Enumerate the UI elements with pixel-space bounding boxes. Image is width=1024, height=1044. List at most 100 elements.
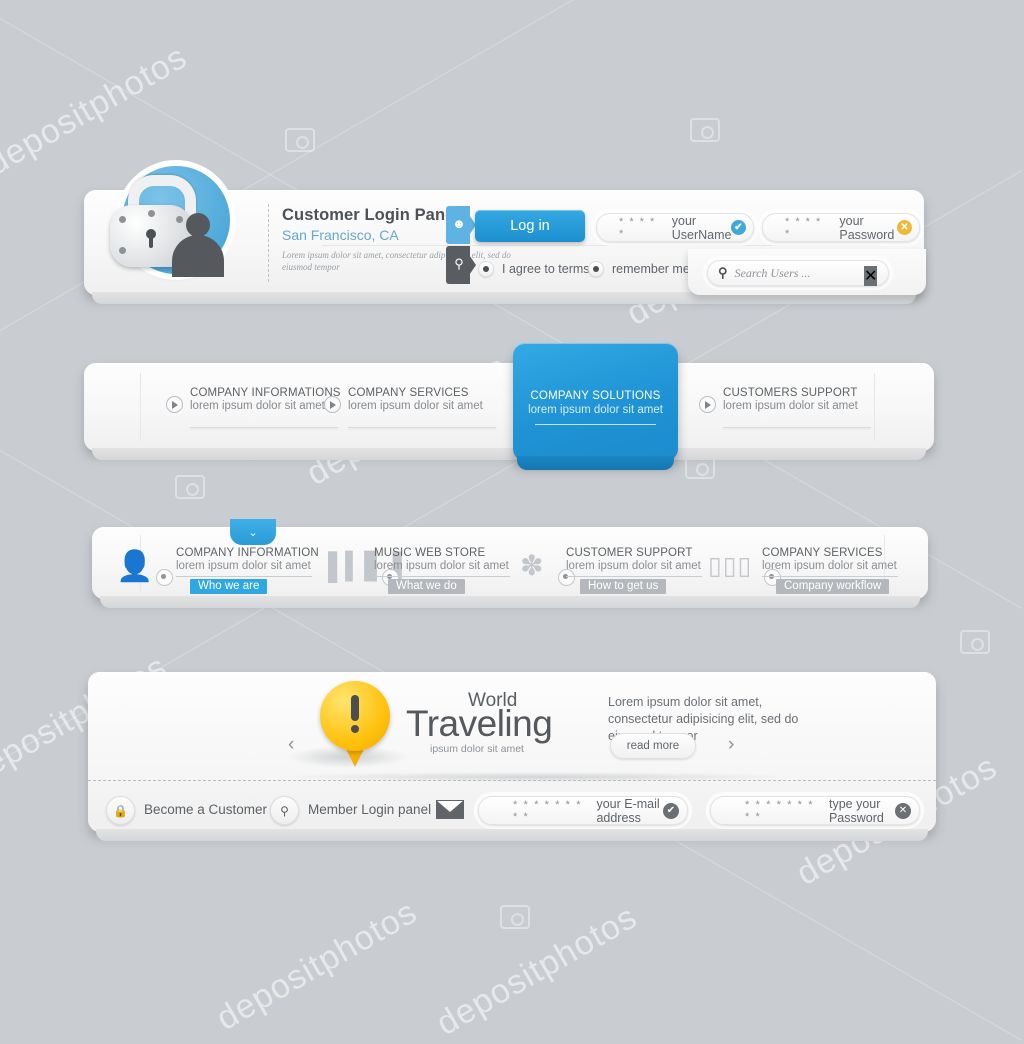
vertical-divider — [268, 204, 269, 282]
nav-item-music-web-store[interactable]: MUSIC WEB STORE lorem ipsum dolor sit am… — [374, 547, 510, 594]
exclamation-dot — [351, 725, 359, 733]
map-pin-exclamation-icon — [320, 681, 390, 767]
user-tab-icon[interactable]: ☻ — [446, 206, 476, 244]
item-heading: COMPANY SERVICES — [348, 387, 469, 399]
watermark-text: depositphotos — [430, 897, 644, 1043]
chevron-down-icon: ⌄ — [248, 527, 258, 539]
nav-item-customer-support[interactable]: CUSTOMER SUPPORT lorem ipsum dolor sit a… — [566, 547, 702, 594]
padlock-icon — [110, 163, 230, 281]
search-users-card: ⚲ Search Users ... ✕ — [688, 249, 926, 295]
user-avatar-icon: 👤 — [116, 550, 154, 583]
play-circle-icon — [166, 396, 183, 413]
item-rule — [190, 427, 338, 428]
remember-label: remember me — [612, 262, 690, 276]
become-customer-label[interactable]: Become a Customer — [144, 802, 267, 817]
item-heading: MUSIC WEB STORE — [374, 547, 486, 559]
search-icon: ⚲ — [454, 256, 464, 271]
panel-base-shadow — [100, 596, 920, 608]
search-clear-icon[interactable]: ✕ — [864, 266, 878, 286]
next-arrow-button[interactable]: › — [728, 734, 734, 756]
brand-tagline: ipsum dolor sit amet — [430, 743, 524, 755]
password-error-icon: ✕ — [897, 220, 912, 235]
camera-icon — [175, 475, 205, 499]
search-tab-icon[interactable]: ⚲ — [446, 246, 476, 284]
item-sub: lorem ipsum dolor sit amet — [348, 400, 483, 412]
item-sub: lorem ipsum dolor sit amet — [176, 560, 311, 572]
item-heading: CUSTOMER SUPPORT — [566, 547, 693, 559]
camera-icon — [500, 905, 530, 929]
item-rule — [348, 427, 496, 428]
solutions-item-customers-support[interactable]: CUSTOMERS SUPPORT lorem ipsum dolor sit … — [699, 387, 879, 428]
item-tag[interactable]: How to get us — [580, 579, 667, 594]
camera-icon — [960, 630, 990, 654]
password2-clear-icon[interactable]: ✕ — [895, 802, 911, 819]
envelope-icon[interactable] — [436, 800, 464, 819]
read-more-button[interactable]: read more — [610, 733, 696, 759]
nav-item-company-information[interactable]: COMPANY INFORMATION lorem ipsum dolor si… — [176, 547, 319, 594]
item-sub: lorem ipsum dolor sit amet — [566, 560, 701, 572]
camera-icon — [285, 128, 315, 152]
nav-chevron-tab[interactable]: ⌄ — [230, 519, 276, 545]
vertical-divider — [140, 373, 141, 441]
item-heading: COMPANY SERVICES — [762, 547, 883, 559]
solutions-item-company-informations[interactable]: COMPANY INFORMATIONS lorem ipsum dolor s… — [166, 387, 346, 428]
panel-base-shadow — [92, 448, 926, 460]
camera-icon — [690, 118, 720, 142]
email-input[interactable]: * * * * * * * * * your E-mail address ✔ — [478, 796, 688, 825]
item-rule — [762, 576, 898, 577]
watermark-layer: depositphotos depositphotos depositphoto… — [0, 0, 1024, 1043]
terms-radio[interactable] — [478, 261, 494, 277]
password2-input[interactable]: * * * * * * * * * type your Password ✕ — [710, 796, 920, 825]
nav-dot-1[interactable] — [156, 569, 173, 586]
item-sub: lorem ipsum dolor sit amet — [762, 560, 897, 572]
member-login-icon[interactable]: ⚲ — [270, 796, 299, 825]
item-heading: COMPANY INFORMATIONS — [190, 387, 341, 399]
password-input[interactable]: * * * * * your Password ✕ — [762, 213, 920, 242]
brand-big-text: Traveling — [406, 703, 553, 744]
password-masked-value: * * * * * — [785, 215, 822, 240]
search-input[interactable]: ⚲ Search Users ... — [707, 260, 889, 286]
play-circle-icon — [699, 396, 716, 413]
user-icon: ☻ — [452, 216, 466, 231]
username-valid-icon: ✔ — [731, 220, 746, 235]
item-tag[interactable]: Company workflow — [776, 579, 890, 594]
item-sub: lorem ipsum dolor sit amet — [190, 400, 325, 412]
solutions-active-tab[interactable]: COMPANY SOLUTIONS lorem ipsum dolor sit … — [513, 343, 678, 470]
email-valid-icon: ✔ — [663, 802, 679, 819]
user-silhouette-icon — [170, 213, 226, 277]
solutions-item-company-services[interactable]: COMPANY SERVICES lorem ipsum dolor sit a… — [324, 387, 504, 428]
tab-base-shadow — [517, 456, 674, 470]
play-circle-icon — [324, 396, 341, 413]
active-tab-heading: COMPANY SOLUTIONS — [530, 390, 661, 402]
watermark-text: depositphotos — [0, 37, 194, 183]
nav-item-company-services[interactable]: COMPANY SERVICES lorem ipsum dolor sit a… — [762, 547, 898, 594]
prev-arrow-button[interactable]: ‹ — [288, 734, 294, 756]
item-rule — [723, 427, 871, 428]
item-tag[interactable]: Who we are — [190, 579, 268, 594]
username-masked-value: * * * * * — [619, 215, 656, 240]
password2-masked-value: * * * * * * * * * — [745, 798, 815, 823]
horizontal-rule — [322, 245, 882, 246]
item-sub: lorem ipsum dolor sit amet — [723, 400, 858, 412]
username-input[interactable]: * * * * * your UserName ✔ — [596, 213, 754, 242]
item-tag[interactable]: What we do — [388, 579, 465, 594]
become-customer-icon[interactable]: 🔒 — [106, 796, 135, 825]
search-placeholder: Search Users ... — [734, 265, 811, 280]
item-rule — [176, 576, 312, 577]
terms-label: I agree to terms — [502, 262, 590, 276]
exclamation-bar — [351, 695, 359, 721]
member-login-label[interactable]: Member Login panel — [308, 802, 431, 817]
folders-icon: ▯▯▯ — [708, 552, 753, 580]
travel-panel: World Traveling ipsum dolor sit amet Lor… — [88, 672, 936, 841]
terms-checkbox-row[interactable]: I agree to terms — [478, 261, 590, 277]
item-heading: COMPANY INFORMATION — [176, 547, 319, 559]
login-button[interactable]: Log in — [475, 210, 585, 242]
search-icon: ⚲ — [718, 265, 728, 280]
watermark-line — [0, 18, 1022, 609]
item-heading: CUSTOMERS SUPPORT — [723, 387, 858, 399]
email-masked-value: * * * * * * * * * — [513, 798, 583, 823]
item-sub: lorem ipsum dolor sit amet — [374, 560, 509, 572]
remember-radio[interactable] — [588, 261, 604, 277]
solutions-panel: COMPANY INFORMATIONS lorem ipsum dolor s… — [84, 363, 934, 460]
remember-checkbox-row[interactable]: remember me — [588, 261, 690, 277]
